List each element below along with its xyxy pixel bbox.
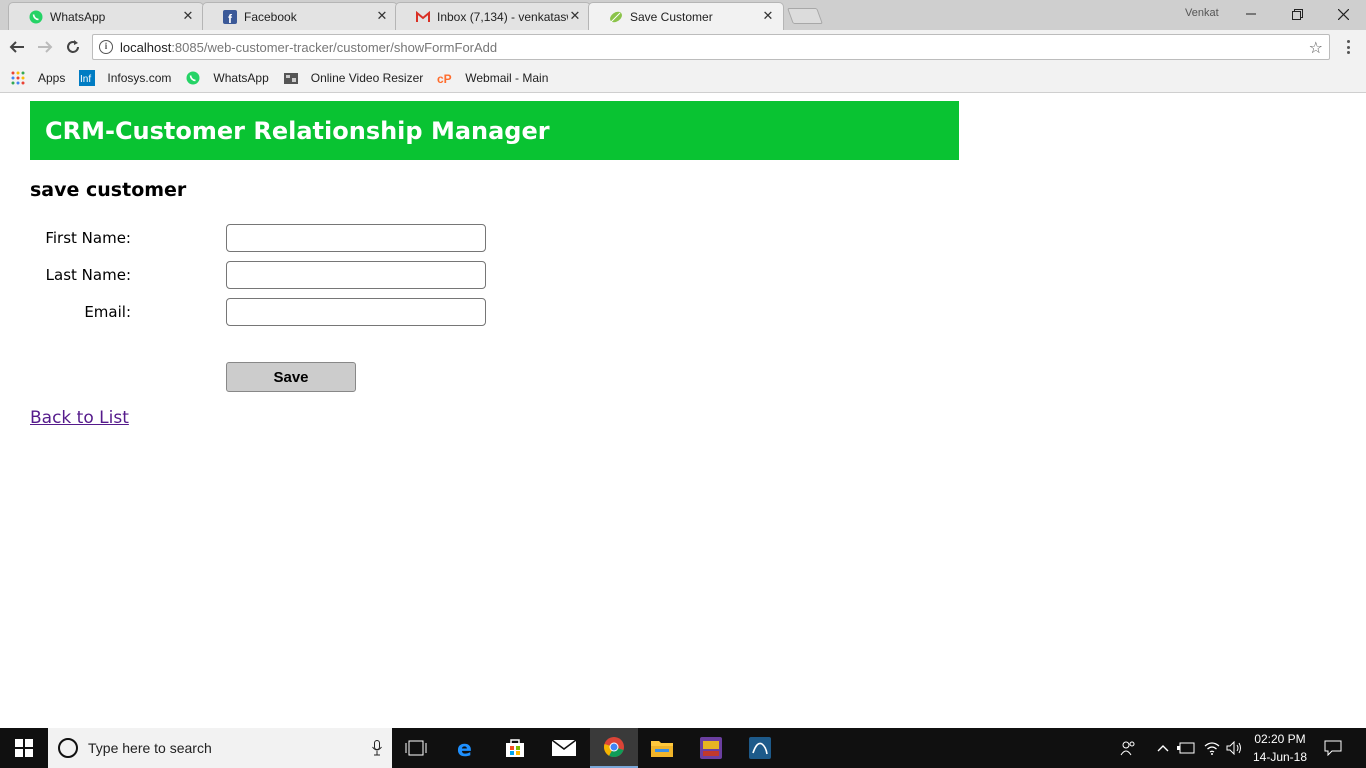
url-host: localhost xyxy=(120,39,172,55)
reload-icon xyxy=(67,40,79,53)
bookmark-webmail[interactable]: cP Webmail - Main xyxy=(437,70,548,86)
cortana-icon xyxy=(58,738,78,758)
tab-save-customer[interactable]: Save Customer ✕ xyxy=(588,2,784,30)
infosys-icon: Inf xyxy=(79,70,96,86)
svg-text:e: e xyxy=(457,737,472,759)
notifications-icon[interactable] xyxy=(1318,728,1348,768)
start-button[interactable] xyxy=(0,728,48,768)
browser-tab-strip: WhatsApp ✕ f Facebook ✕ Inbox (7,134) - … xyxy=(0,0,1366,30)
bookmark-star-icon[interactable]: ☆ xyxy=(1309,38,1323,57)
wifi-icon[interactable] xyxy=(1202,728,1222,768)
bookmark-label: Infosys.com xyxy=(107,71,172,85)
store-icon[interactable] xyxy=(491,728,539,768)
first-name-input[interactable] xyxy=(226,224,486,252)
url-path: :8085/web-customer-tracker/customer/show… xyxy=(171,39,498,55)
cpanel-icon: cP xyxy=(437,70,453,86)
arrow-right-icon xyxy=(38,41,53,53)
close-icon[interactable]: ✕ xyxy=(181,9,195,24)
edge-icon[interactable]: e xyxy=(443,728,491,768)
close-icon xyxy=(1337,8,1349,20)
svg-text:cP: cP xyxy=(437,72,452,85)
page-header: CRM-Customer Relationship Manager xyxy=(30,101,959,160)
apps-grid-icon xyxy=(10,70,26,86)
facebook-icon: f xyxy=(223,9,237,24)
minimize-icon xyxy=(1246,13,1256,15)
mysql-workbench-icon[interactable] xyxy=(736,728,784,768)
browser-toolbar: i localhost:8085/web-customer-tracker/cu… xyxy=(0,30,1366,64)
whatsapp-icon xyxy=(185,70,201,86)
people-icon[interactable] xyxy=(1116,728,1140,768)
bookmark-infosys[interactable]: Inf Infosys.com xyxy=(79,70,171,86)
save-button[interactable]: Save xyxy=(226,362,356,392)
clock-time: 02:20 PM xyxy=(1254,732,1306,746)
windows-taskbar: Type here to search e 02:20 PM 14-Jun-18 xyxy=(0,728,1366,768)
svg-text:Inf: Inf xyxy=(80,74,91,85)
new-tab-button[interactable] xyxy=(787,8,823,24)
tab-title: Inbox (7,134) - venkatasw xyxy=(437,9,568,24)
info-icon[interactable]: i xyxy=(99,40,113,54)
bookmark-label: WhatsApp xyxy=(213,71,269,85)
close-window-button[interactable] xyxy=(1320,0,1366,28)
tab-title: Save Customer xyxy=(630,9,713,24)
page-title: CRM-Customer Relationship Manager xyxy=(45,116,550,145)
volume-icon[interactable] xyxy=(1224,728,1244,768)
address-bar[interactable]: i localhost:8085/web-customer-tracker/cu… xyxy=(92,34,1330,60)
task-view-icon[interactable] xyxy=(392,728,440,768)
minimize-button[interactable] xyxy=(1228,0,1274,28)
arrow-left-icon xyxy=(9,41,24,53)
restore-button[interactable] xyxy=(1274,0,1320,28)
system-clock[interactable]: 02:20 PM 14-Jun-18 xyxy=(1248,730,1312,766)
form-heading: save customer xyxy=(30,179,187,201)
bookmarks-bar: Apps Inf Infosys.com WhatsApp Online Vid… xyxy=(0,64,1366,93)
bookmark-label: Webmail - Main xyxy=(465,71,549,85)
chrome-icon[interactable] xyxy=(590,728,638,768)
chevron-up-icon[interactable] xyxy=(1154,728,1172,768)
video-resizer-icon xyxy=(283,70,299,86)
tab-gmail-inbox[interactable]: Inbox (7,134) - venkatasw ✕ xyxy=(395,2,591,30)
restore-icon xyxy=(1291,8,1303,20)
back-button[interactable] xyxy=(6,36,28,58)
tab-title: WhatsApp xyxy=(50,9,106,24)
taskbar-search-box[interactable]: Type here to search xyxy=(48,728,392,768)
profile-name[interactable]: Venkat xyxy=(1185,7,1219,19)
whatsapp-icon xyxy=(29,10,43,24)
close-icon[interactable]: ✕ xyxy=(568,9,582,24)
microphone-icon[interactable] xyxy=(362,740,392,756)
bookmark-label: Online Video Resizer xyxy=(310,71,424,85)
browser-menu-icon[interactable] xyxy=(1340,38,1356,56)
bookmark-label: Apps xyxy=(38,71,66,85)
bookmark-apps[interactable]: Apps xyxy=(10,70,65,86)
last-name-input[interactable] xyxy=(226,261,486,289)
reload-button[interactable] xyxy=(62,36,84,58)
tab-title: Facebook xyxy=(244,9,297,24)
email-input[interactable] xyxy=(226,298,486,326)
bookmark-whatsapp[interactable]: WhatsApp xyxy=(185,70,269,86)
first-name-label: First Name: xyxy=(45,229,131,247)
clock-date: 14-Jun-18 xyxy=(1252,750,1308,764)
forward-button[interactable] xyxy=(34,36,56,58)
tab-whatsapp[interactable]: WhatsApp ✕ xyxy=(8,2,204,30)
close-icon[interactable]: ✕ xyxy=(761,9,775,24)
tab-facebook[interactable]: f Facebook ✕ xyxy=(202,2,398,30)
back-to-list-link[interactable]: Back to List xyxy=(30,408,129,428)
file-explorer-icon[interactable] xyxy=(638,728,686,768)
email-label: Email: xyxy=(84,303,131,321)
gmail-icon xyxy=(416,10,430,24)
battery-icon[interactable] xyxy=(1176,728,1196,768)
close-icon[interactable]: ✕ xyxy=(375,9,389,24)
spring-leaf-icon xyxy=(609,10,623,24)
mail-icon[interactable] xyxy=(540,728,588,768)
windows-logo-icon xyxy=(15,739,33,757)
last-name-label: Last Name: xyxy=(45,266,131,284)
search-placeholder: Type here to search xyxy=(88,740,212,756)
bookmark-online-video-resizer[interactable]: Online Video Resizer xyxy=(283,70,424,86)
game-icon[interactable] xyxy=(687,728,735,768)
